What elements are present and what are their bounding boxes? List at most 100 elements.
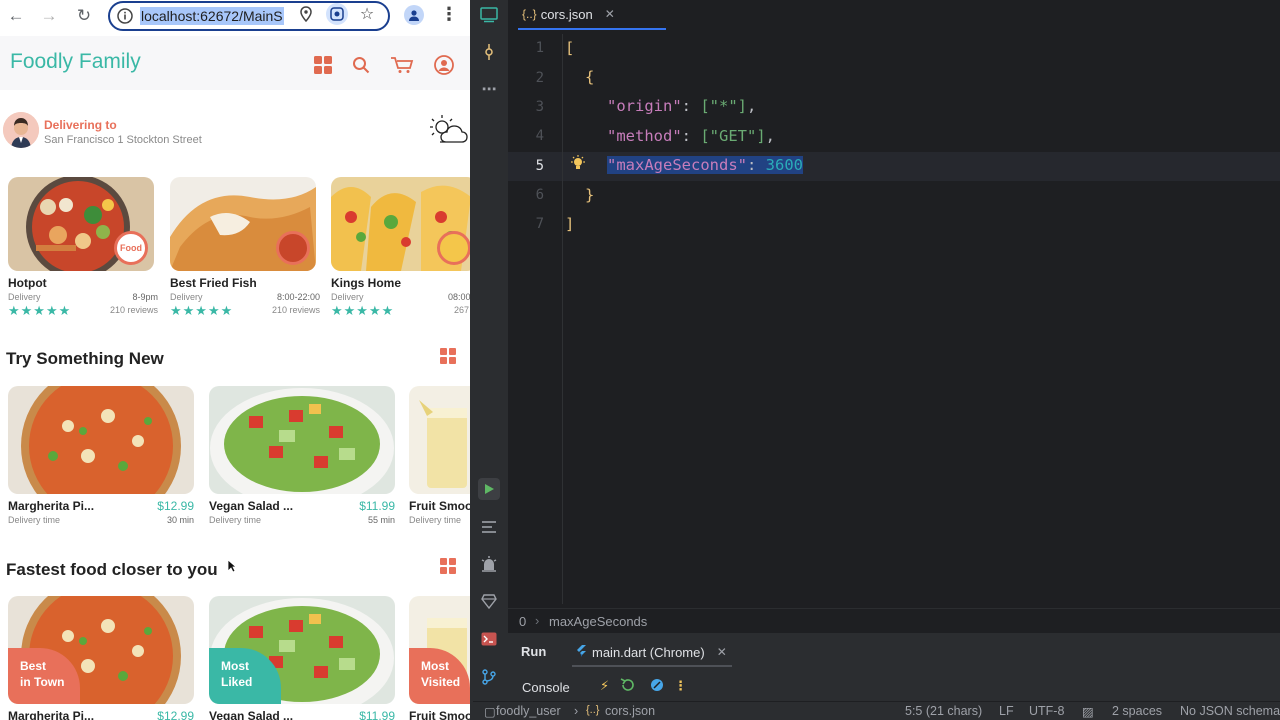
run-panel: Run main.dart (Chrome) ✕ Console ⚡ ⋮ xyxy=(508,633,1280,701)
avatar[interactable] xyxy=(3,112,39,148)
restaurant-name: Kings Home xyxy=(331,276,402,290)
restaurant-card[interactable]: Food Hotpot Delivery 8-9pm ★★★★★ 210 rev… xyxy=(8,177,158,322)
run-panel-title: Run xyxy=(521,644,547,659)
editor-tab[interactable]: {..} cors.json ✕ xyxy=(518,0,666,30)
breadcrumb-item[interactable]: maxAgeSeconds xyxy=(549,614,647,629)
rating-stars: ★★★★★ xyxy=(331,303,395,318)
rating-stars: ★★★★★ xyxy=(8,303,72,318)
food-name: Vegan Salad ... xyxy=(209,499,294,513)
status-schema[interactable]: No JSON schema xyxy=(1180,704,1280,718)
breadcrumb-index[interactable]: 0 xyxy=(519,614,526,629)
more-tools-icon[interactable]: ⋯ xyxy=(478,78,500,100)
debug-icon[interactable] xyxy=(478,553,500,575)
restaurant-reviews: 267 revie xyxy=(453,305,470,315)
account-icon[interactable] xyxy=(433,54,455,76)
food-name: Margherita Pi... xyxy=(8,499,95,513)
food-name: Vegan Salad ... xyxy=(209,709,294,720)
json-file-icon: {..} xyxy=(586,704,600,716)
chevron-right-icon: › xyxy=(574,704,579,718)
browser-toolbar: ← → ↻ localhost:62672/MainS ☆ ⋮ xyxy=(0,0,470,33)
gutter-divider xyxy=(562,34,563,604)
rating-stars: ★★★★★ xyxy=(170,303,234,318)
status-line-ending[interactable]: LF xyxy=(999,704,1014,718)
food-card[interactable]: Fruit Smoo Delivery time xyxy=(409,386,470,526)
read-only-icon[interactable]: ▨ xyxy=(1082,704,1094,719)
food-price: $12.99 xyxy=(157,709,194,720)
reload-icon[interactable]: ↻ xyxy=(69,1,99,31)
browser-window: ← → ↻ localhost:62672/MainS ☆ ⋮ Foodly F… xyxy=(0,0,470,720)
flutter-inspector-icon[interactable] xyxy=(478,590,500,612)
back-icon[interactable]: ← xyxy=(1,1,31,31)
status-file[interactable]: cors.json xyxy=(605,704,655,718)
lightbulb-icon[interactable] xyxy=(570,155,586,175)
food-image: Most Liked xyxy=(209,596,395,704)
console-tab[interactable]: Console xyxy=(522,680,570,695)
section-title: Fastest food closer to you xyxy=(6,560,218,579)
profile-icon[interactable] xyxy=(404,5,424,25)
line-number-gutter: 1 2 3 4 5 6 7 xyxy=(508,34,562,604)
grid-view-button[interactable] xyxy=(440,348,456,364)
status-bar: ▢ foodly_user › {..} cors.json 5:5 (21 c… xyxy=(470,701,1280,720)
line-number: 4 xyxy=(535,128,544,144)
delivery-label: Delivering to xyxy=(44,118,117,132)
terminal-icon[interactable] xyxy=(478,628,500,650)
grid-view-button[interactable] xyxy=(440,558,456,574)
structure-icon[interactable] xyxy=(478,516,500,538)
cart-icon[interactable] xyxy=(389,54,415,76)
delivery-location[interactable]: Delivering to San Francisco 1 Stockton S… xyxy=(0,110,470,155)
hot-reload-icon[interactable]: ⚡ xyxy=(600,678,609,694)
food-name: Fruit Smoo xyxy=(409,709,470,720)
lens-icon[interactable] xyxy=(326,3,348,25)
restaurant-image: Food xyxy=(8,177,154,271)
restaurant-type: Delivery xyxy=(170,292,203,302)
git-icon[interactable] xyxy=(478,666,500,688)
line-number: 2 xyxy=(535,70,544,86)
location-icon[interactable] xyxy=(297,5,315,23)
project-icon[interactable] xyxy=(478,4,500,26)
restaurant-image xyxy=(331,177,470,271)
split-divider[interactable] xyxy=(470,0,473,720)
app-title: Foodly Family xyxy=(10,50,141,73)
food-image xyxy=(209,386,395,494)
site-info-icon[interactable] xyxy=(116,7,134,25)
run-config-tab[interactable]: main.dart (Chrome) ✕ xyxy=(572,639,732,667)
status-caret-position[interactable]: 5:5 (21 chars) xyxy=(905,704,982,718)
grid-icon[interactable] xyxy=(312,54,334,76)
devtools-icon[interactable] xyxy=(650,678,664,695)
flutter-icon xyxy=(576,644,586,660)
run-icon[interactable] xyxy=(478,478,500,500)
more-icon[interactable]: ⋮ xyxy=(440,4,458,25)
food-card[interactable]: Margherita Pi... $12.99 Delivery time 30… xyxy=(8,386,198,526)
restaurant-card[interactable]: Kings Home Delivery 08:00 - 00: ★★★★★ 26… xyxy=(331,177,470,322)
more-icon[interactable]: ⋮ xyxy=(674,678,687,694)
forward-icon[interactable]: → xyxy=(34,1,64,31)
close-icon[interactable]: ✕ xyxy=(717,645,727,659)
app-header: Foodly Family xyxy=(0,36,470,90)
food-card[interactable]: Most Liked Vegan Salad ... $11.99 xyxy=(209,596,399,720)
restaurant-reviews: 210 reviews xyxy=(109,305,158,315)
code-line-5: "maxAgeSeconds": 3600 xyxy=(607,156,803,174)
status-project[interactable]: foodly_user xyxy=(496,704,561,718)
food-price: $12.99 xyxy=(157,499,194,513)
close-icon[interactable]: ✕ xyxy=(605,7,615,21)
food-card[interactable]: Most Visited Fruit Smoo xyxy=(409,596,470,720)
food-name: Fruit Smoo xyxy=(409,499,470,513)
code-line-2: { xyxy=(585,68,595,86)
restaurant-logo xyxy=(437,231,470,265)
food-card[interactable]: Vegan Salad ... $11.99 Delivery time 55 … xyxy=(209,386,399,526)
bookmark-star-icon[interactable]: ☆ xyxy=(358,5,376,23)
food-image: Best in Town xyxy=(8,596,194,704)
restaurant-card[interactable]: Best Fried Fish Delivery 8:00-22:00 ★★★★… xyxy=(170,177,320,322)
food-card[interactable]: Best in Town Margherita Pi... $12.99 xyxy=(8,596,198,720)
status-encoding[interactable]: UTF-8 xyxy=(1029,704,1064,718)
restaurant-hours: 8-9pm xyxy=(132,292,158,302)
commit-icon[interactable] xyxy=(478,41,500,63)
status-indent[interactable]: 2 spaces xyxy=(1112,704,1162,718)
line-number: 5 xyxy=(535,158,544,174)
hot-restart-icon[interactable] xyxy=(620,678,636,695)
search-icon[interactable] xyxy=(350,54,372,76)
code-line-7: ] xyxy=(565,215,575,233)
delivery-time-label: Delivery time xyxy=(409,515,462,525)
code-line-1: [ xyxy=(565,39,575,57)
url-text[interactable]: localhost:62672/MainS xyxy=(140,7,284,25)
